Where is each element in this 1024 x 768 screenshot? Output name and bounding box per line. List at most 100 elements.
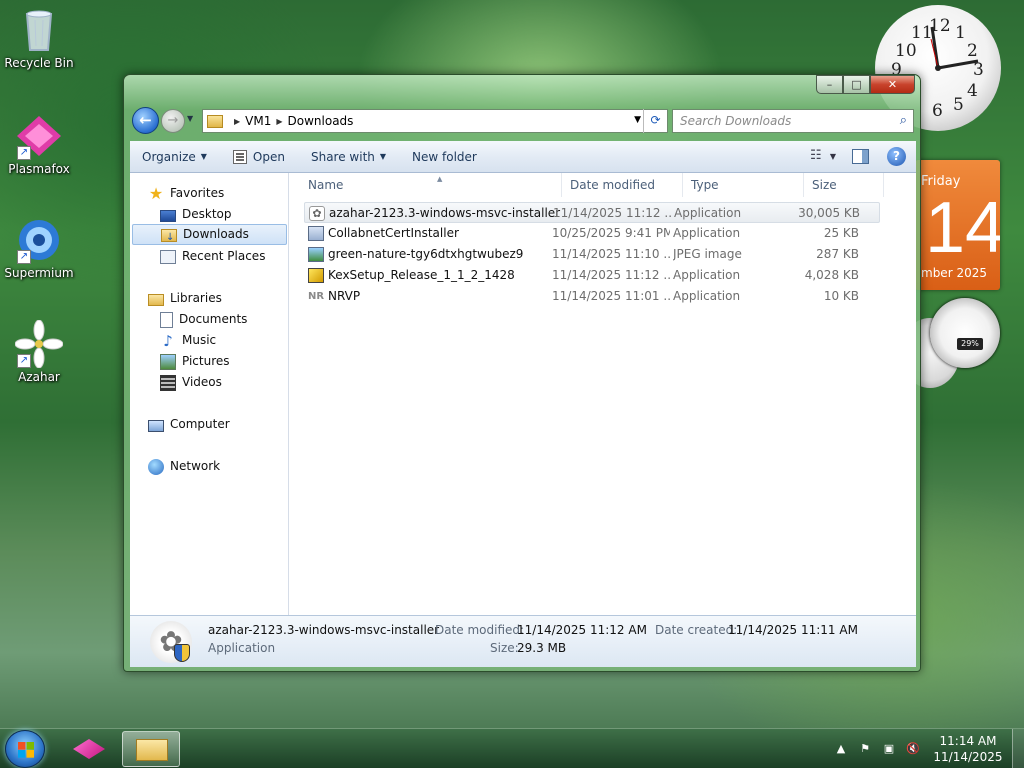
desktop-icon-azahar[interactable]: ↗ Azahar [0,319,78,384]
notification-area: ▲ ⚑ ▣ 🔇 11:14 AM 11/14/2025 [834,729,1024,768]
nav-desktop[interactable]: Desktop [160,204,232,225]
content-area: ★ Favorites Desktop Downloads Recent Plac… [130,173,916,615]
breadcrumb-chevron-icon[interactable]: ▶ [234,117,240,126]
file-row[interactable]: ✿ azahar-2123.3-windows-msvc-installer 1… [304,202,880,223]
network-icon [148,458,164,475]
uac-shield-icon [174,644,190,662]
open-label: Open [252,149,285,164]
search-placeholder: Search Downloads [680,114,792,128]
meter-percent: 29% [957,338,983,350]
file-row[interactable]: KexSetup_Release_1_1_2_1428 11/14/2025 1… [304,265,880,286]
organize-label: Organize [142,149,196,164]
nav-computer[interactable]: Computer [148,414,230,435]
taskbar: ▲ ⚑ ▣ 🔇 11:14 AM 11/14/2025 [0,728,1024,768]
desktop-icon-plasmafox[interactable]: ↗ Plasmafox [0,112,78,176]
refresh-icon[interactable]: ⟳ [643,109,667,133]
column-label: Type [691,178,719,192]
navigation-bar: ← → ▼ ▶ VM1 ▶ Downloads ▼ ⟳ Search Downl… [132,105,914,135]
nav-videos[interactable]: Videos [160,372,222,393]
preview-pane-icon[interactable] [852,148,869,164]
nav-label: Computer [170,417,230,431]
column-header-type[interactable]: Type [683,173,804,197]
view-dropdown-icon[interactable]: ▼ [830,152,836,161]
file-type: Application [674,206,742,220]
nav-music[interactable]: ♪ Music [160,330,216,351]
nav-libraries[interactable]: Libraries [148,288,222,309]
file-name: KexSetup_Release_1_1_2_1428 [328,268,515,282]
file-date-modified: 10/25/2025 9:41 PM [552,226,670,240]
nav-label: Libraries [170,291,222,305]
file-row[interactable]: CollabnetCertInstaller 10/25/2025 9:41 P… [304,223,880,244]
search-input[interactable]: Search Downloads ⌕ [672,109,914,133]
file-date-modified: 11/14/2025 11:01 ... [552,289,670,303]
column-header-size[interactable]: Size [804,173,884,197]
shortcut-arrow-icon: ↗ [17,250,31,264]
breadcrumb-vm1[interactable]: VM1 [245,114,271,128]
nav-favorites[interactable]: ★ Favorites [148,183,224,204]
start-button[interactable] [5,730,45,768]
taskbar-plasmafox[interactable] [60,731,118,767]
organize-button[interactable]: Organize ▼ [142,150,207,164]
share-with-button[interactable]: Share with ▼ [311,150,386,164]
nav-label: Music [182,333,217,347]
details-pane: ✿ azahar-2123.3-windows-msvc-installer A… [130,615,916,667]
forward-button[interactable]: → [161,109,185,133]
back-button[interactable]: ← [132,107,159,134]
close-button[interactable]: ✕ [870,75,915,94]
column-header-date-modified[interactable]: Date modified [562,173,683,197]
column-header-name[interactable]: Name ▲ [300,173,562,197]
new-folder-button[interactable]: New folder [412,150,477,164]
chevron-down-icon: ▼ [379,152,387,161]
file-row[interactable]: NR NRVP 11/14/2025 11:01 ... Application… [304,286,880,307]
show-hidden-icons-icon[interactable]: ▲ [834,742,848,756]
column-label: Name [308,178,344,192]
command-bar: Organize ▼ Open Share with ▼ New folder ☷ … [130,141,916,173]
details-date-modified: 11/14/2025 11:12 AM [517,623,647,637]
explorer-window[interactable]: – □ ✕ ← → ▼ ▶ VM1 ▶ Downloads ▼ ⟳ Search… [123,74,921,672]
nav-network[interactable]: Network [148,456,220,477]
view-controls: ☷ ▼ ? [796,146,906,166]
file-name: green-nature-tgy6dtxhgtwubez9 [328,247,524,261]
address-bar[interactable]: ▶ VM1 ▶ Downloads ▼ ⟳ [202,109,668,133]
open-button[interactable]: Open [232,149,285,164]
address-dropdown-icon[interactable]: ▼ [634,115,641,125]
search-icon[interactable]: ⌕ [900,110,907,132]
clock-date: 11/14/2025 [933,750,1003,764]
nav-downloads[interactable]: Downloads [132,224,287,248]
calendar-gadget[interactable]: Friday 14 mber 2025 [915,160,1000,290]
file-size: 25 KB [823,226,859,240]
volume-muted-icon[interactable]: 🔇 [906,742,920,756]
desktop-icon-recycle-bin[interactable]: Recycle Bin [0,6,78,70]
system-clock[interactable]: 11:14 AM 11/14/2025 [930,733,1006,765]
file-row[interactable]: green-nature-tgy6dtxhgtwubez9 11/14/2025… [304,244,880,265]
installer-icon [308,226,324,241]
minimize-button[interactable]: – [816,75,843,94]
calendar-month: mber 2025 [921,266,987,280]
help-icon[interactable]: ? [887,146,906,166]
breadcrumb-chevron-icon[interactable]: ▶ [276,117,282,126]
taskbar-explorer[interactable] [122,731,180,767]
file-size: 287 KB [816,247,859,261]
network-status-icon[interactable]: ▣ [882,742,896,756]
details-file-type: Application [208,641,276,655]
file-name: NRVP [328,289,361,303]
file-name: azahar-2123.3-windows-msvc-installer [329,206,561,220]
supermium-icon: ↗ [15,216,63,264]
maximize-button[interactable]: □ [843,75,870,94]
nav-documents[interactable]: Documents [160,309,247,330]
action-center-icon[interactable]: ⚑ [858,742,872,756]
nav-label: Network [170,459,221,473]
music-icon: ♪ [163,331,173,350]
breadcrumb-downloads[interactable]: Downloads [288,114,354,128]
nav-label: Documents [179,312,248,326]
folder-icon [207,114,223,128]
change-view-icon[interactable]: ☷ [806,146,826,166]
nav-pictures[interactable]: Pictures [160,351,230,372]
desktop-icon-supermium[interactable]: ↗ Supermium [0,216,78,280]
nav-recent-places[interactable]: Recent Places [160,246,265,267]
recent-pages-dropdown[interactable]: ▼ [187,114,193,123]
show-desktop-button[interactable] [1012,729,1024,768]
calendar-day-number: 14 [925,188,1000,268]
memory-meter-gadget[interactable] [930,298,1000,368]
desktop-icon-label: Azahar [18,370,60,384]
